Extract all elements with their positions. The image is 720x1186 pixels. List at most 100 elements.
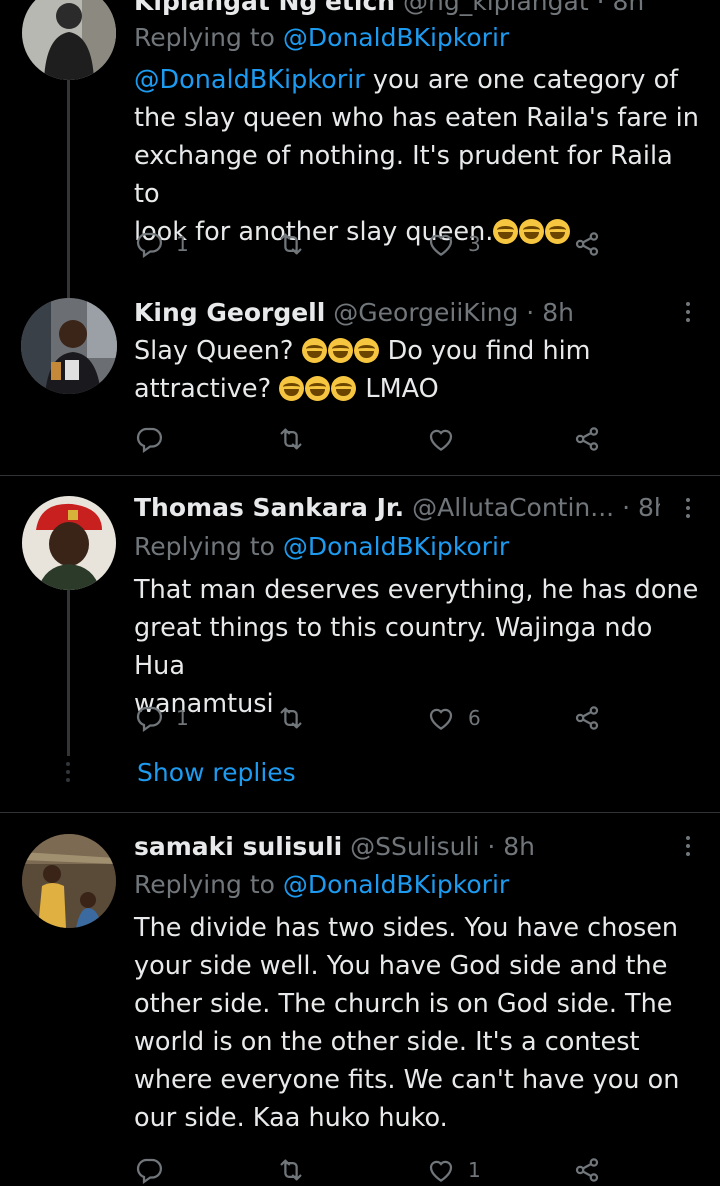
timestamp[interactable]: 8h <box>638 493 660 522</box>
share-button[interactable] <box>572 228 602 260</box>
replying-label: Replying to <box>134 532 275 561</box>
text-line: exchange of nothing. It's prudent for Ra… <box>134 141 673 209</box>
text-line: great things to this country. Wajinga nd… <box>134 613 653 681</box>
share-icon <box>572 1155 602 1185</box>
text-line: Do you find him <box>379 336 591 366</box>
replying-mention-link[interactable]: @DonaldBKipkorir <box>283 532 509 561</box>
replying-to: Replying to @DonaldBKipkorir <box>134 22 509 54</box>
text-line: LMAO <box>357 374 439 404</box>
like-count: 1 <box>468 1158 481 1182</box>
share-button[interactable] <box>572 1154 602 1186</box>
tweet-text: That man deserves everything, he has don… <box>134 571 704 723</box>
tweet-actions <box>134 423 614 455</box>
reply-icon <box>134 1155 164 1185</box>
retweet-button[interactable] <box>276 1154 318 1186</box>
handle[interactable]: @ng_kiplangat <box>403 0 589 16</box>
retweet-icon <box>276 424 306 454</box>
text-line: other side. The church is on God side. T… <box>134 989 673 1019</box>
text-line: attractive? <box>134 374 280 404</box>
text-line: That man deserves everything, he has don… <box>134 575 699 605</box>
like-button[interactable]: 1 <box>426 1154 481 1186</box>
tweet-header: King Georgell @GeorgeiiKing · 8h <box>134 297 660 329</box>
text-line: you are one category of <box>364 65 679 95</box>
text-line: The divide has two sides. You have chose… <box>134 913 679 943</box>
display-name[interactable]: King Georgell <box>134 298 325 327</box>
handle[interactable]: @GeorgeiiKing <box>333 298 518 327</box>
display-name[interactable]: samaki sulisuli <box>134 832 342 861</box>
reply-icon <box>134 229 164 259</box>
heart-icon <box>426 424 456 454</box>
timestamp[interactable]: 8h <box>612 0 644 16</box>
reply-button[interactable] <box>134 1154 176 1186</box>
thread-line <box>67 80 70 300</box>
display-name[interactable]: Kiplangat Ng'etich <box>134 0 395 16</box>
like-button[interactable] <box>426 423 468 455</box>
display-name[interactable]: Thomas Sankara Jr. <box>134 493 404 522</box>
thread-continuation-dots <box>66 762 72 786</box>
divider <box>0 475 720 476</box>
replying-to: Replying to @DonaldBKipkorir <box>134 869 509 901</box>
mention-link[interactable]: @DonaldBKipkorir <box>134 65 365 95</box>
avatar[interactable] <box>22 834 116 928</box>
replying-mention-link[interactable]: @DonaldBKipkorir <box>283 870 509 899</box>
heart-icon <box>426 703 456 733</box>
tweet-text: @DonaldBKipkorir you are one category of… <box>134 61 704 251</box>
text-line: world is on the other side. It's a conte… <box>134 1027 640 1057</box>
reply-icon <box>134 424 164 454</box>
thread-line <box>67 590 70 756</box>
heart-icon <box>426 229 456 259</box>
show-replies-link[interactable]: Show replies <box>137 757 296 789</box>
replying-label: Replying to <box>134 870 275 899</box>
text-line: the slay queen who has eaten Raila's far… <box>134 103 699 133</box>
more-options-icon[interactable] <box>684 302 692 326</box>
timestamp[interactable]: 8h <box>503 832 535 861</box>
tweet-header: samaki sulisuli @SSulisuli · 8h <box>134 831 660 863</box>
text-line: Slay Queen? <box>134 336 302 366</box>
retweet-button[interactable] <box>276 228 318 260</box>
handle[interactable]: @SSulisuli <box>350 832 479 861</box>
share-button[interactable] <box>572 423 602 455</box>
tweet-actions: 1 6 <box>134 702 614 734</box>
share-icon <box>572 424 602 454</box>
retweet-button[interactable] <box>276 702 318 734</box>
replying-label: Replying to <box>134 23 275 52</box>
more-options-icon[interactable] <box>684 836 692 860</box>
avatar[interactable] <box>22 496 116 590</box>
handle[interactable]: @AllutaContin... <box>412 493 614 522</box>
separator-dot: · <box>518 298 543 327</box>
tweet-actions: 1 <box>134 1154 614 1186</box>
retweet-icon <box>276 1155 306 1185</box>
tweet-text: The divide has two sides. You have chose… <box>134 909 704 1137</box>
text-line: your side well. You have God side and th… <box>134 951 668 981</box>
like-button[interactable]: 3 <box>426 228 481 260</box>
share-icon <box>572 703 602 733</box>
like-count: 3 <box>468 232 481 256</box>
heart-icon <box>426 1155 456 1185</box>
avatar[interactable] <box>21 298 117 394</box>
replying-to: Replying to @DonaldBKipkorir <box>134 531 509 563</box>
retweet-button[interactable] <box>276 423 318 455</box>
share-icon <box>572 229 602 259</box>
share-button[interactable] <box>572 702 602 734</box>
retweet-icon <box>276 229 306 259</box>
grinning-squinting-face-emoji <box>353 338 379 363</box>
like-button[interactable]: 6 <box>426 702 481 734</box>
timestamp[interactable]: 8h <box>542 298 574 327</box>
reply-button[interactable]: 1 <box>134 228 189 260</box>
grinning-squinting-face-emoji <box>331 376 357 401</box>
tweet-actions: 1 3 <box>134 228 614 260</box>
reply-button[interactable] <box>134 423 176 455</box>
retweet-icon <box>276 703 306 733</box>
divider <box>0 812 720 813</box>
grinning-squinting-face-emoji <box>279 376 305 401</box>
avatar[interactable] <box>22 0 116 80</box>
tweet-text: Slay Queen? Do you find him attractive? … <box>134 332 704 408</box>
reply-count: 1 <box>176 232 189 256</box>
grinning-squinting-face-emoji <box>327 338 353 363</box>
replying-mention-link[interactable]: @DonaldBKipkorir <box>283 23 509 52</box>
grinning-squinting-face-emoji <box>305 376 331 401</box>
reply-button[interactable]: 1 <box>134 702 189 734</box>
more-options-icon[interactable] <box>684 498 692 522</box>
tweet-header: Thomas Sankara Jr. @AllutaContin... · 8h <box>134 492 660 524</box>
separator-dot: · <box>479 832 504 861</box>
